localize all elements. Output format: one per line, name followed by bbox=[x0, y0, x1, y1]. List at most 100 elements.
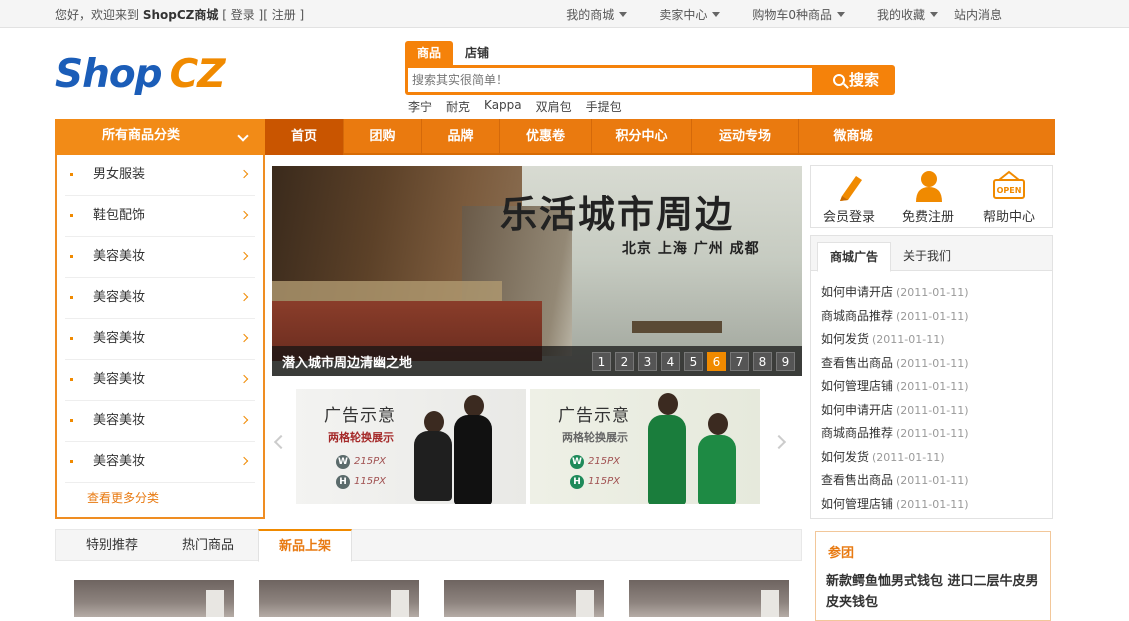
banner-page-button[interactable]: 9 bbox=[776, 352, 795, 371]
category-sidebar: 男女服装 鞋包配饰 美容美妆 美容美妆 美容美妆 美容美妆 美容美妆 美容美妆 … bbox=[55, 155, 265, 519]
seller-center-link[interactable]: 卖家中心 bbox=[643, 6, 721, 23]
banner-page-button[interactable]: 1 bbox=[592, 352, 611, 371]
group-buy-title[interactable]: 新款鳄鱼恤男式钱包 进口二层牛皮男皮夹钱包 bbox=[826, 571, 1048, 613]
chevron-down-icon bbox=[619, 12, 628, 17]
banner-page-button-active[interactable]: 6 bbox=[707, 352, 726, 371]
nav-item-wechat[interactable]: 微商城 bbox=[799, 119, 907, 155]
category-item[interactable]: 美容美妆 bbox=[65, 319, 255, 360]
banner-page-button[interactable]: 2 bbox=[615, 352, 634, 371]
hot-keyword[interactable]: 李宁 bbox=[408, 98, 432, 115]
ad-slot-2[interactable]: 广告示意 两格轮换展示 W 215PX H 115PX bbox=[530, 389, 760, 504]
more-categories-link[interactable]: 查看更多分类 bbox=[87, 489, 159, 506]
product-thumbnail[interactable] bbox=[74, 580, 234, 617]
ad-height: 115PX bbox=[354, 476, 386, 487]
news-title: 如何申请开店 bbox=[821, 402, 894, 417]
model-figure bbox=[414, 431, 452, 501]
tab-hot-products[interactable]: 热门商品 bbox=[162, 530, 254, 561]
my-mall-link[interactable]: 我的商城 bbox=[550, 6, 628, 23]
category-item[interactable]: 美容美妆 bbox=[65, 237, 255, 278]
nav-item-brand[interactable]: 品牌 bbox=[422, 119, 500, 155]
main-nav: 所有商品分类 首页 团购 品牌 优惠卷 积分中心 运动专场 微商城 bbox=[55, 119, 1055, 155]
news-title: 如何管理店铺 bbox=[821, 496, 894, 511]
search-tab-goods[interactable]: 商品 bbox=[405, 41, 454, 65]
ad-slot-1[interactable]: 广告示意 两格轮换展示 W 215PX H 115PX bbox=[296, 389, 526, 504]
login-link[interactable]: [ 登录 ] bbox=[222, 8, 263, 22]
news-item[interactable]: 商城商品推荐 (2011-01-11) bbox=[821, 424, 969, 448]
product-thumbnail[interactable] bbox=[444, 580, 604, 617]
help-center-link[interactable]: 帮助中心 bbox=[974, 206, 1044, 225]
bullet-icon bbox=[70, 460, 73, 463]
banner-page-button[interactable]: 7 bbox=[730, 352, 749, 371]
free-register-link[interactable]: 免费注册 bbox=[893, 206, 963, 225]
chevron-right-icon bbox=[239, 374, 249, 384]
news-title: 如何发货 bbox=[821, 332, 870, 346]
cart-link[interactable]: 购物车0种商品 bbox=[736, 6, 845, 23]
search-tabs: 商品 店铺 bbox=[405, 41, 501, 65]
product-thumbnail[interactable] bbox=[629, 580, 789, 617]
banner-page-button[interactable]: 8 bbox=[753, 352, 772, 371]
news-item[interactable]: 查看售出商品 (2011-01-11) bbox=[821, 471, 969, 495]
category-item[interactable]: 鞋包配饰 bbox=[65, 196, 255, 237]
news-item[interactable]: 如何发货 (2011-01-11) bbox=[821, 448, 969, 472]
search-button[interactable]: 搜索 bbox=[817, 65, 895, 95]
nav-item-groupbuy[interactable]: 团购 bbox=[344, 119, 422, 155]
chevron-down-icon bbox=[237, 130, 249, 142]
all-categories-button[interactable]: 所有商品分类 bbox=[55, 119, 265, 155]
category-item[interactable]: 男女服装 bbox=[65, 155, 255, 196]
bullet-icon bbox=[70, 173, 73, 176]
category-label: 美容美妆 bbox=[93, 290, 146, 305]
hot-keyword[interactable]: 手提包 bbox=[586, 98, 622, 115]
category-label: 美容美妆 bbox=[93, 413, 146, 428]
room-window bbox=[391, 590, 409, 617]
register-link[interactable]: [ 注册 ] bbox=[263, 8, 304, 22]
messages-link[interactable]: 站内消息 bbox=[954, 6, 1002, 23]
tab-about-us[interactable]: 关于我们 bbox=[891, 242, 963, 272]
tab-new-arrivals[interactable]: 新品上架 bbox=[258, 529, 353, 562]
ad-width: 215PX bbox=[588, 456, 620, 467]
category-item[interactable]: 美容美妆 bbox=[65, 360, 255, 401]
news-panel: 商城广告 关于我们 如何申请开店 (2011-01-11) 商城商品推荐 (2011… bbox=[810, 235, 1053, 519]
search-tab-shops[interactable]: 店铺 bbox=[453, 41, 501, 65]
hot-keyword[interactable]: 双肩包 bbox=[536, 98, 572, 115]
news-date: (2011-01-11) bbox=[872, 333, 945, 346]
search-input[interactable] bbox=[408, 68, 812, 92]
member-login-link[interactable]: 会员登录 bbox=[814, 206, 884, 225]
tab-mall-ads[interactable]: 商城广告 bbox=[817, 242, 892, 272]
nav-item-coupons[interactable]: 优惠卷 bbox=[500, 119, 592, 155]
hot-keyword[interactable]: Kappa bbox=[484, 98, 522, 115]
news-item[interactable]: 如何发货 (2011-01-11) bbox=[821, 330, 969, 354]
hot-keyword[interactable]: 耐克 bbox=[446, 98, 470, 115]
hero-banner[interactable]: 乐活城市周边 北京 上海 广州 成都 潜入城市周边清幽之地 1 2 3 4 5 … bbox=[272, 166, 802, 376]
ad-width: 215PX bbox=[354, 456, 386, 467]
nav-item-points[interactable]: 积分中心 bbox=[592, 119, 692, 155]
nav-item-home[interactable]: 首页 bbox=[265, 119, 344, 155]
tab-recommended[interactable]: 特别推荐 bbox=[66, 530, 158, 561]
news-date: (2011-01-11) bbox=[896, 286, 969, 299]
product-thumbnail[interactable] bbox=[259, 580, 419, 617]
news-item[interactable]: 查看售出商品 (2011-01-11) bbox=[821, 354, 969, 378]
news-item[interactable]: 商城商品推荐 (2011-01-11) bbox=[821, 307, 969, 331]
category-item[interactable]: 美容美妆 bbox=[65, 401, 255, 442]
news-item[interactable]: 如何申请开店 (2011-01-11) bbox=[821, 283, 969, 307]
site-logo[interactable]: Shop CZ bbox=[55, 52, 225, 98]
bullet-icon bbox=[70, 296, 73, 299]
favorites-link[interactable]: 我的收藏 bbox=[861, 6, 938, 23]
news-date: (2011-01-11) bbox=[896, 356, 969, 370]
chevron-right-icon[interactable] bbox=[771, 434, 787, 450]
top-bar: 您好，欢迎来到 ShopCZ商城 [ 登录 ][ 注册 ] 我的商城 卖家中心 … bbox=[0, 0, 1129, 28]
nav-item-sports[interactable]: 运动专场 bbox=[692, 119, 799, 155]
banner-caption: 潜入城市周边清幽之地 bbox=[282, 356, 413, 371]
banner-page-button[interactable]: 3 bbox=[638, 352, 657, 371]
category-item[interactable]: 美容美妆 bbox=[65, 278, 255, 319]
news-item[interactable]: 如何申请开店 (2011-01-11) bbox=[821, 401, 969, 425]
news-item[interactable]: 如何管理店铺 (2011-01-11) bbox=[821, 495, 969, 519]
category-item[interactable]: 美容美妆 bbox=[65, 442, 255, 483]
news-title: 如何管理店铺 bbox=[821, 379, 894, 393]
news-item[interactable]: 如何管理店铺 (2011-01-11) bbox=[821, 377, 969, 401]
news-date: (2011-01-11) bbox=[872, 450, 945, 464]
group-buy-panel: 参团 新款鳄鱼恤男式钱包 进口二层牛皮男皮夹钱包 bbox=[815, 531, 1051, 621]
banner-page-button[interactable]: 5 bbox=[684, 352, 703, 371]
news-title: 商城商品推荐 bbox=[821, 308, 894, 323]
chevron-left-icon[interactable] bbox=[273, 434, 289, 450]
banner-page-button[interactable]: 4 bbox=[661, 352, 680, 371]
